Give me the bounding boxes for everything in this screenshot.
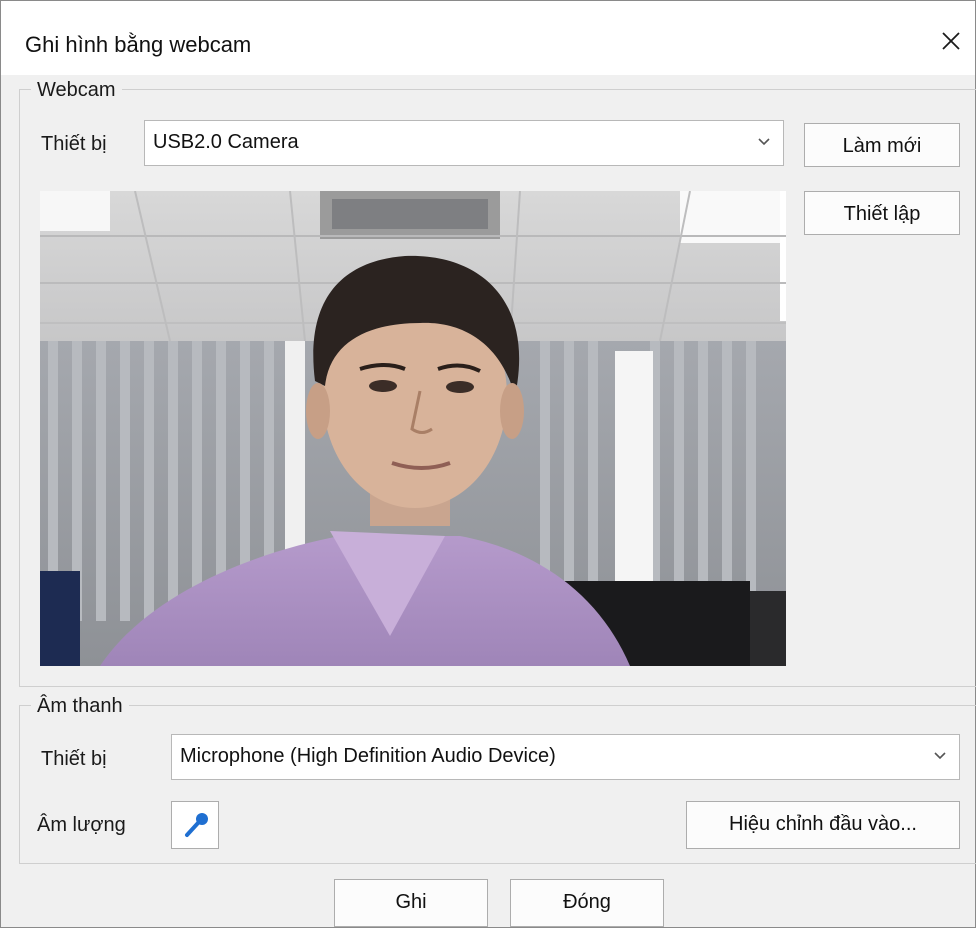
close-button-label: Đóng [563, 891, 611, 913]
chevron-down-icon [934, 752, 946, 760]
webcam-preview-image [40, 191, 786, 666]
audio-device-label: Thiết bị [41, 748, 107, 770]
title-bar: Ghi hình bằng webcam [1, 1, 975, 75]
record-button[interactable]: Ghi [334, 879, 488, 927]
audio-device-dropdown[interactable]: Microphone (High Definition Audio Device… [171, 734, 960, 780]
adjust-input-button-label: Hiệu chỉnh đầu vào... [729, 813, 917, 835]
webcam-preview [40, 191, 786, 666]
settings-button[interactable]: Thiết lập [804, 191, 960, 235]
audio-device-value: Microphone (High Definition Audio Device… [180, 745, 556, 767]
close-window-button[interactable] [931, 21, 971, 61]
audio-group-label: Âm thanh [31, 694, 129, 718]
close-button[interactable]: Đóng [510, 879, 664, 927]
microphone-icon [185, 813, 208, 837]
adjust-input-button[interactable]: Hiệu chỉnh đầu vào... [686, 801, 960, 849]
webcam-device-dropdown[interactable]: USB2.0 Camera [144, 120, 784, 166]
window-title: Ghi hình bằng webcam [25, 32, 252, 57]
webcam-recording-dialog: Ghi hình bằng webcam Webcam Thiết bị USB… [0, 0, 976, 928]
webcam-group-label: Webcam [31, 78, 122, 102]
volume-button[interactable] [171, 801, 219, 849]
record-button-label: Ghi [395, 891, 427, 913]
chevron-down-icon [758, 138, 770, 146]
refresh-button-label: Làm mới [842, 135, 922, 157]
settings-button-label: Thiết lập [843, 203, 921, 225]
close-icon [942, 32, 960, 50]
volume-label: Âm lượng [37, 814, 126, 836]
webcam-device-label: Thiết bị [41, 133, 107, 155]
refresh-button[interactable]: Làm mới [804, 123, 960, 167]
webcam-device-value: USB2.0 Camera [153, 131, 299, 153]
